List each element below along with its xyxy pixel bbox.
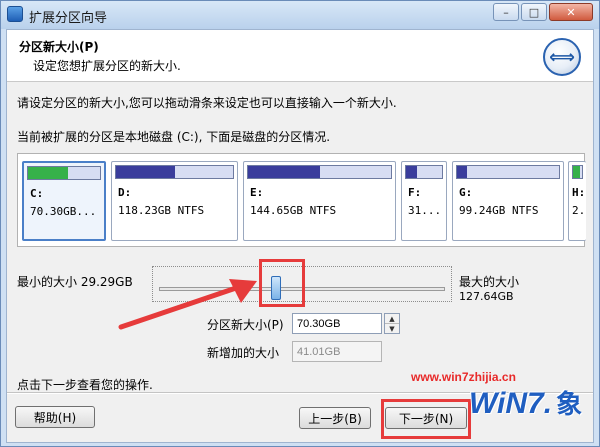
- page-subtitle: 设定您想扩展分区的新大小.: [33, 59, 181, 73]
- footer-hint: 点击下一步查看您的操作.: [17, 378, 153, 392]
- window-title: 扩展分区向导: [29, 11, 108, 26]
- back-button[interactable]: 上一步(B): [299, 407, 371, 429]
- wizard-client: 分区新大小(P) 设定您想扩展分区的新大小. ⟺ 请设定分区的新大小,您可以拖动…: [6, 29, 594, 443]
- partition-size: 2.: [572, 204, 586, 217]
- window-controls: – □ ✕: [491, 3, 593, 23]
- wizard-header: 分区新大小(P) 设定您想扩展分区的新大小. ⟺: [7, 30, 593, 82]
- partition-letter: H:: [572, 186, 586, 199]
- title-bar[interactable]: 扩展分区向导 – □ ✕: [1, 1, 599, 29]
- usage-fill: [28, 167, 68, 179]
- partition-letter: D:: [118, 186, 132, 199]
- partition-size: 70.30GB...: [30, 205, 97, 218]
- min-size-label: 最小的大小 29.29GB: [17, 275, 133, 289]
- maximize-button[interactable]: □: [521, 3, 547, 21]
- slider-highlight: [259, 259, 305, 307]
- watermark-url: www.win7zhijia.cn: [411, 370, 516, 384]
- partition-e[interactable]: E: 144.65GB NTFS: [243, 161, 396, 241]
- max-size-value: 127.64GB: [459, 290, 514, 303]
- next-highlight: [381, 399, 471, 439]
- new-size-label: 分区新大小(P): [207, 318, 284, 332]
- added-size-label: 新增加的大小: [207, 346, 280, 360]
- spin-down-icon[interactable]: ▼: [385, 323, 399, 333]
- size-spinner[interactable]: ▲ ▼: [384, 313, 400, 334]
- partition-info-text: 当前被扩展的分区是本地磁盘 (C:), 下面是磁盘的分区情况.: [17, 130, 331, 144]
- partition-letter: E:: [250, 186, 264, 199]
- added-size-input: [292, 341, 382, 362]
- partition-letter: G:: [459, 186, 473, 199]
- usage-bar: [572, 165, 583, 179]
- partition-size: 118.23GB NTFS: [118, 204, 205, 217]
- max-size-label: 最大的大小: [459, 275, 520, 289]
- partition-d[interactable]: D: 118.23GB NTFS: [111, 161, 238, 241]
- usage-bar: [405, 165, 443, 179]
- minimize-button[interactable]: –: [493, 3, 519, 21]
- partition-g[interactable]: G: 99.24GB NTFS: [452, 161, 564, 241]
- usage-fill: [116, 166, 175, 178]
- page-title: 分区新大小(P): [19, 40, 99, 54]
- partition-size: 31...: [408, 204, 442, 217]
- watermark-logo-zh: 象: [556, 389, 583, 419]
- close-button[interactable]: ✕: [549, 3, 593, 21]
- help-button[interactable]: 帮助(H): [15, 406, 95, 428]
- partition-size: 144.65GB NTFS: [250, 204, 337, 217]
- partition-size: 99.24GB NTFS: [459, 204, 539, 217]
- partition-letter: F:: [408, 186, 422, 199]
- watermark-logo: WiN7. 象: [469, 384, 582, 434]
- partition-h[interactable]: H: 2.: [568, 161, 586, 241]
- expand-arrows-icon: ⟺: [543, 38, 581, 76]
- usage-fill: [573, 166, 581, 178]
- partition-letter: C:: [30, 187, 44, 200]
- disk-map: C: 70.30GB... D: 118.23GB NTFS E: 144.65…: [17, 153, 586, 247]
- usage-bar: [247, 165, 392, 179]
- usage-fill: [248, 166, 320, 178]
- new-size-input[interactable]: [292, 313, 382, 334]
- usage-fill: [457, 166, 468, 178]
- usage-bar: [456, 165, 560, 179]
- spin-up-icon[interactable]: ▲: [385, 314, 399, 323]
- partition-c[interactable]: C: 70.30GB...: [22, 161, 106, 241]
- usage-fill: [406, 166, 417, 178]
- usage-bar: [27, 166, 101, 180]
- usage-bar: [115, 165, 234, 179]
- wizard-window: 扩展分区向导 – □ ✕ 分区新大小(P) 设定您想扩展分区的新大小. ⟺ 请设…: [0, 0, 600, 447]
- instruction-text: 请设定分区的新大小,您可以拖动滑条来设定也可以直接输入一个新大小.: [17, 96, 397, 110]
- app-icon: [7, 6, 23, 22]
- partition-f[interactable]: F: 31...: [401, 161, 447, 241]
- watermark-logo-text: WiN7.: [469, 387, 553, 420]
